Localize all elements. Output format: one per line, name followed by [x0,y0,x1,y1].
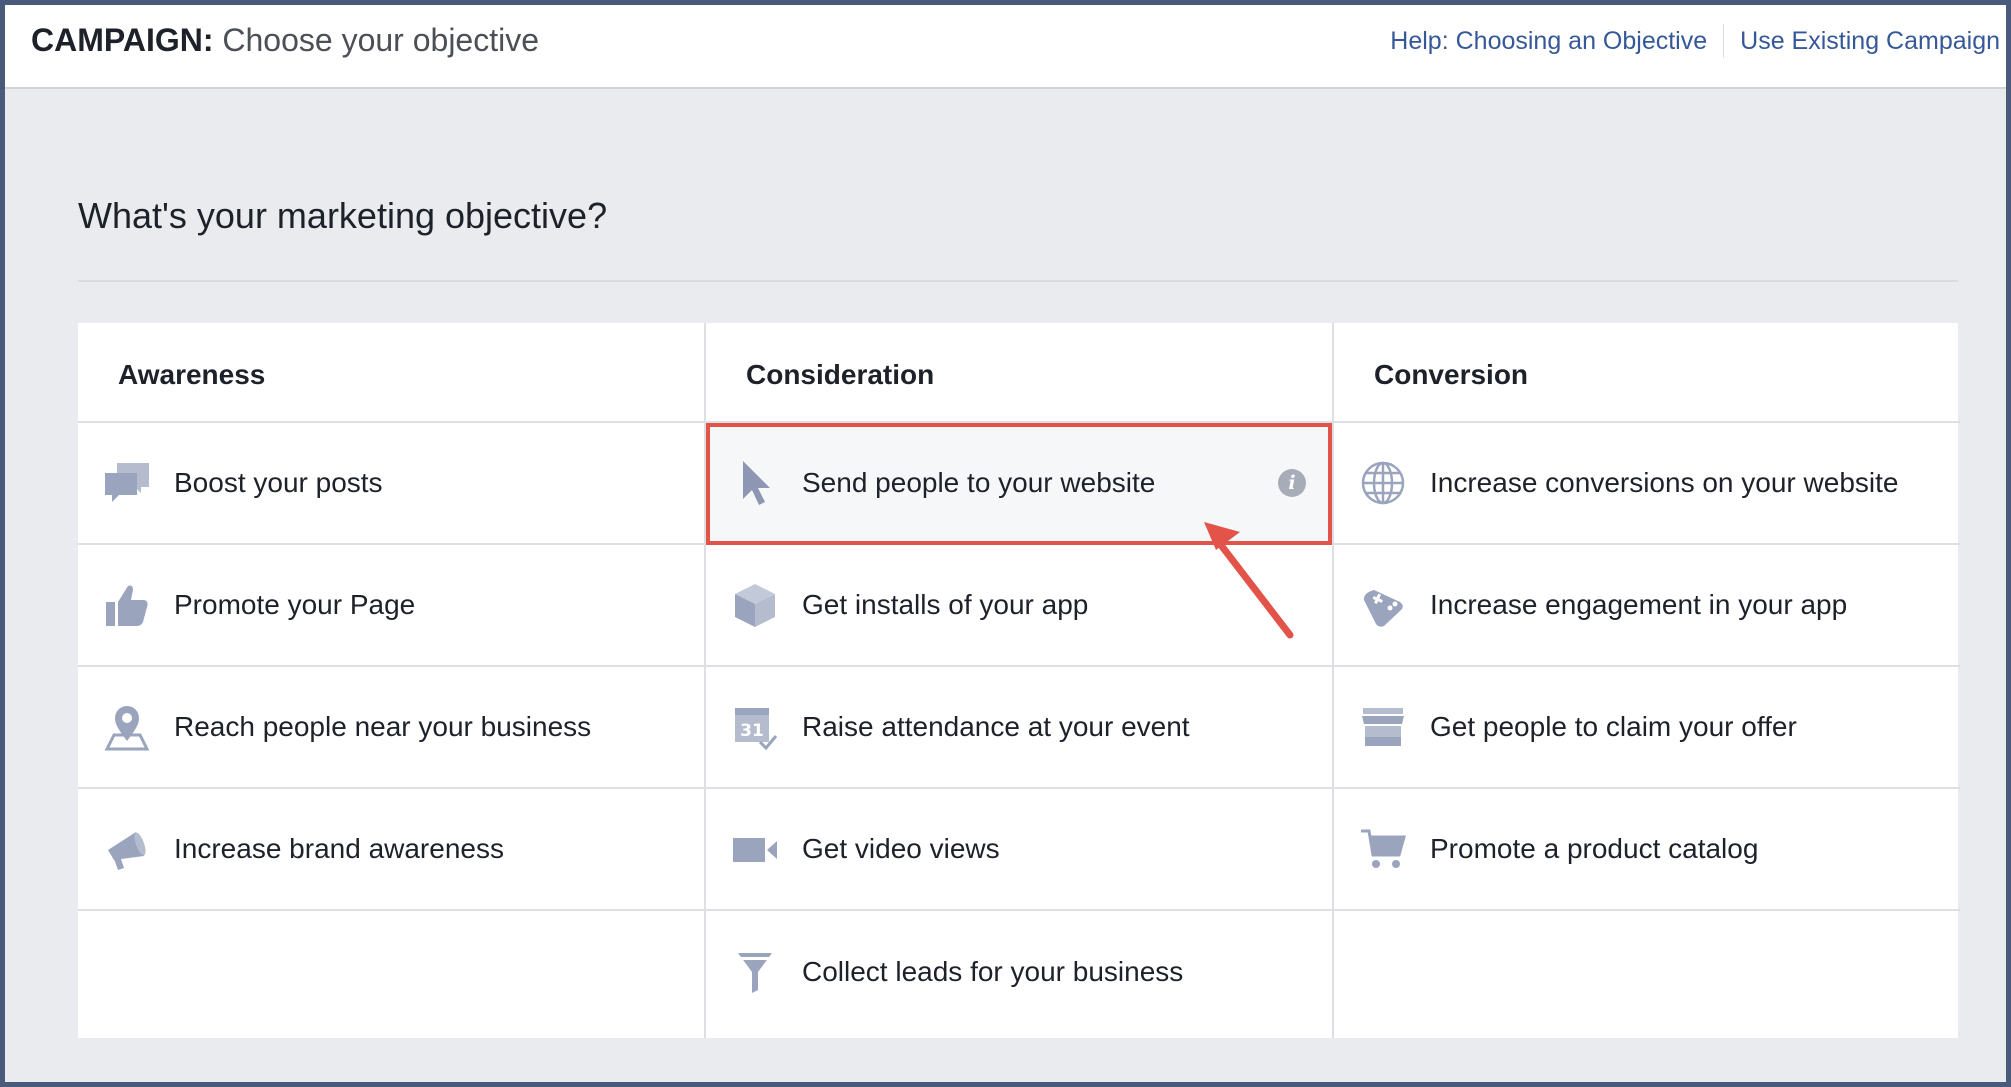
help-choosing-objective-link[interactable]: Help: Choosing an Objective [1390,27,1707,56]
thumbs-up-icon [102,580,152,630]
objective-heading: What's your marketing objective? [78,195,608,236]
objective-label: Boost your posts [174,467,383,498]
page-title: CAMPAIGN: Choose your objective [31,22,539,59]
objective-send-to-website[interactable]: Send people to your website i [706,423,1332,545]
objective-app-engagement[interactable]: Increase engagement in your app [1334,545,1960,667]
objective-label: Get video views [802,833,1000,864]
objective-product-catalog[interactable]: Promote a product catalog [1334,789,1960,911]
top-bar: CAMPAIGN: Choose your objective Help: Ch… [5,5,2006,89]
globe-icon [1358,458,1408,508]
objective-brand-awareness[interactable]: Increase brand awareness [78,789,704,911]
awareness-column: Awareness Boost your posts Promote your … [78,323,704,1038]
video-camera-icon [730,824,780,874]
conversion-header: Conversion [1334,323,1960,423]
objective-boost-posts[interactable]: Boost your posts [78,423,704,545]
box-icon [730,580,780,630]
empty-cell [78,911,704,1033]
objective-label: Increase conversions on your website [1430,467,1899,498]
objective-app-installs[interactable]: Get installs of your app [706,545,1332,667]
objective-label: Increase brand awareness [174,833,504,864]
objective-grid: Awareness Boost your posts Promote your … [78,323,1960,1038]
objective-claim-offer[interactable]: Get people to claim your offer [1334,667,1960,789]
consideration-column: Consideration Send people to your websit… [704,323,1332,1038]
storefront-icon [1358,702,1408,752]
conversion-column: Conversion Increase conversions on your … [1332,323,1960,1038]
megaphone-icon [102,824,152,874]
objective-event-attendance[interactable]: 31 Raise attendance at your event [706,667,1332,789]
objective-promote-page[interactable]: Promote your Page [78,545,704,667]
consideration-header: Consideration [706,323,1332,423]
gamepad-icon [1358,580,1408,630]
calendar-icon: 31 [730,702,780,752]
svg-text:31: 31 [740,721,764,741]
objective-label: Promote your Page [174,589,416,620]
objective-label: Increase engagement in your app [1430,589,1848,620]
funnel-icon [730,947,780,997]
window-frame: CAMPAIGN: Choose your objective Help: Ch… [0,0,2011,1087]
objective-label: Promote a product catalog [1430,833,1759,864]
awareness-header: Awareness [78,323,704,423]
map-pin-icon [102,702,152,752]
objective-label: Send people to your website [802,467,1156,498]
info-icon[interactable]: i [1278,469,1306,497]
objective-label: Collect leads for your business [802,956,1184,987]
title-text: Choose your objective [222,22,540,58]
empty-cell [1334,911,1960,1033]
header-links: Help: Choosing an Objective Use Existing… [1390,24,2000,58]
speech-bubbles-icon [102,458,152,508]
objective-reach-nearby[interactable]: Reach people near your business [78,667,704,789]
heading-divider [78,280,1958,282]
use-existing-campaign-link[interactable]: Use Existing Campaign [1740,27,2000,56]
objective-website-conversions[interactable]: Increase conversions on your website [1334,423,1960,545]
objective-video-views[interactable]: Get video views [706,789,1332,911]
cursor-icon [730,458,780,508]
title-prefix: CAMPAIGN: [31,22,214,58]
objective-label: Reach people near your business [174,711,592,742]
link-separator [1723,24,1725,58]
objective-collect-leads[interactable]: Collect leads for your business [706,911,1332,1033]
shopping-cart-icon [1358,824,1408,874]
objective-label: Get installs of your app [802,589,1089,620]
objective-label: Raise attendance at your event [802,711,1190,742]
objective-label: Get people to claim your offer [1430,711,1797,742]
